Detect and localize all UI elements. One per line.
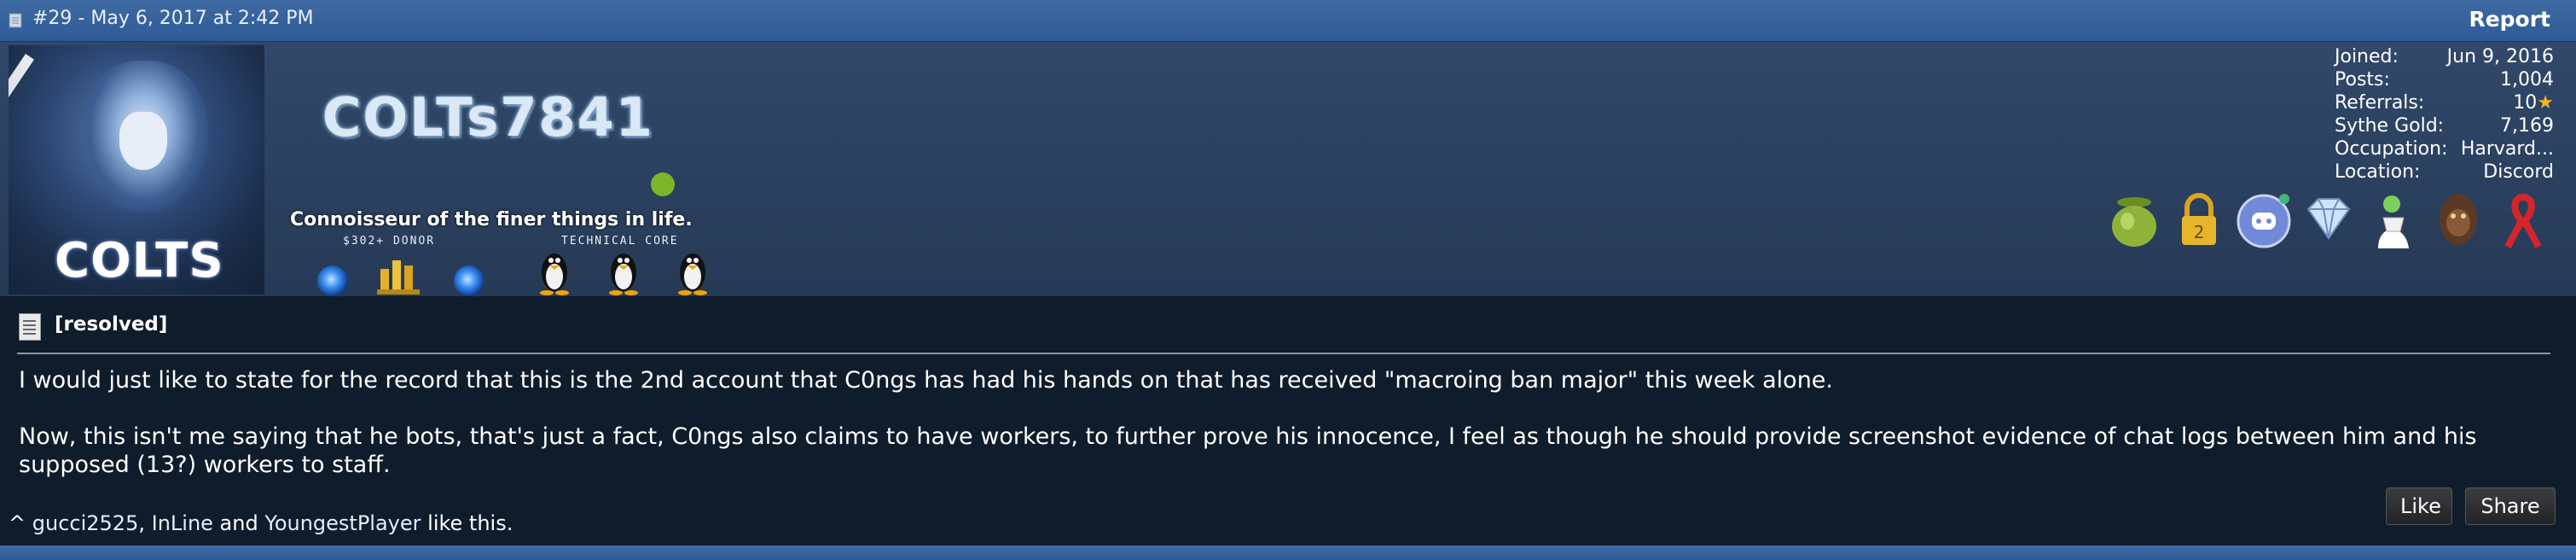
gorilla-icon[interactable] [2431, 189, 2486, 250]
likes-caret: ^ [9, 511, 26, 535]
post-message: I would just like to state for the recor… [19, 366, 2552, 479]
post-number-date[interactable]: #29 - May 6, 2017 at 2:42 PM [32, 8, 314, 29]
avatar-face [119, 112, 167, 170]
ghost-icon[interactable] [2366, 189, 2421, 250]
linux-penguin-icon [678, 254, 707, 295]
donor-badge-label: $302+ DONOR [343, 235, 436, 248]
report-link[interactable]: Report [2469, 7, 2550, 32]
online-status-icon [651, 172, 675, 196]
document-icon [19, 313, 41, 341]
liker-link[interactable]: YoungestPlayer [264, 511, 421, 535]
username[interactable]: COLTs7841 [322, 86, 654, 149]
avatar-caption: COLTS [55, 233, 224, 289]
red-ribbon-icon[interactable] [2496, 189, 2550, 250]
linux-penguin-icon [540, 254, 569, 295]
stat-posts: Posts: 1,004 [2335, 69, 2554, 90]
technical-core-label: TECHNICAL CORE [561, 235, 679, 248]
post-header-bar: #29 - May 6, 2017 at 2:42 PM Report [0, 0, 2576, 42]
star-icon: ★ [2537, 92, 2554, 114]
user-custom-title: Connoisseur of the finer things in life. [290, 209, 693, 230]
discord-icon[interactable] [2237, 189, 2291, 250]
diamond-icon[interactable] [2301, 189, 2356, 250]
stat-location: Location: Discord [2335, 161, 2554, 183]
message-paragraph-1: I would just like to state for the recor… [19, 367, 1834, 394]
like-button[interactable]: Like [2386, 487, 2452, 525]
liker-link[interactable]: gucci2525 [32, 511, 139, 535]
blue-orb-icon [317, 265, 348, 296]
padlock-icon[interactable]: 2 [2172, 189, 2226, 250]
stat-occupation: Occupation: Harvard... [2335, 138, 2554, 160]
liker-link[interactable]: InLine [152, 511, 213, 535]
post-permalink-icon[interactable] [9, 13, 22, 28]
user-info-panel: COLTS COLTs7841 Connoisseur of the finer… [0, 42, 2576, 296]
post-body: [resolved] I would just like to state fo… [0, 296, 2576, 545]
user-stats: Joined: Jun 9, 2016 Posts: 1,004 Referrals… [2335, 45, 2554, 184]
user-avatar[interactable]: COLTS [9, 45, 264, 295]
blue-orb-icon [454, 265, 484, 296]
stat-joined: Joined: Jun 9, 2016 [2335, 46, 2554, 67]
stat-sythe-gold: Sythe Gold: 7,169 [2335, 115, 2554, 137]
svg-text:2: 2 [2194, 222, 2205, 242]
divider [17, 353, 2550, 354]
green-pot-icon[interactable] [2107, 189, 2161, 250]
message-paragraph-2: Now, this isn't me saying that he bots, … [19, 423, 2477, 478]
share-button[interactable]: Share [2465, 487, 2556, 525]
likes-summary: ^ gucci2525, InLine and YoungestPlayer l… [9, 511, 513, 535]
linux-penguin-icon [609, 254, 638, 295]
thread-prefix: [resolved] [55, 313, 168, 335]
stat-referrals: Referrals: 10★ [2335, 92, 2554, 114]
gold-coins-icon [377, 260, 420, 295]
avatar-sword [9, 54, 34, 236]
next-post-header-bar [0, 545, 2576, 560]
